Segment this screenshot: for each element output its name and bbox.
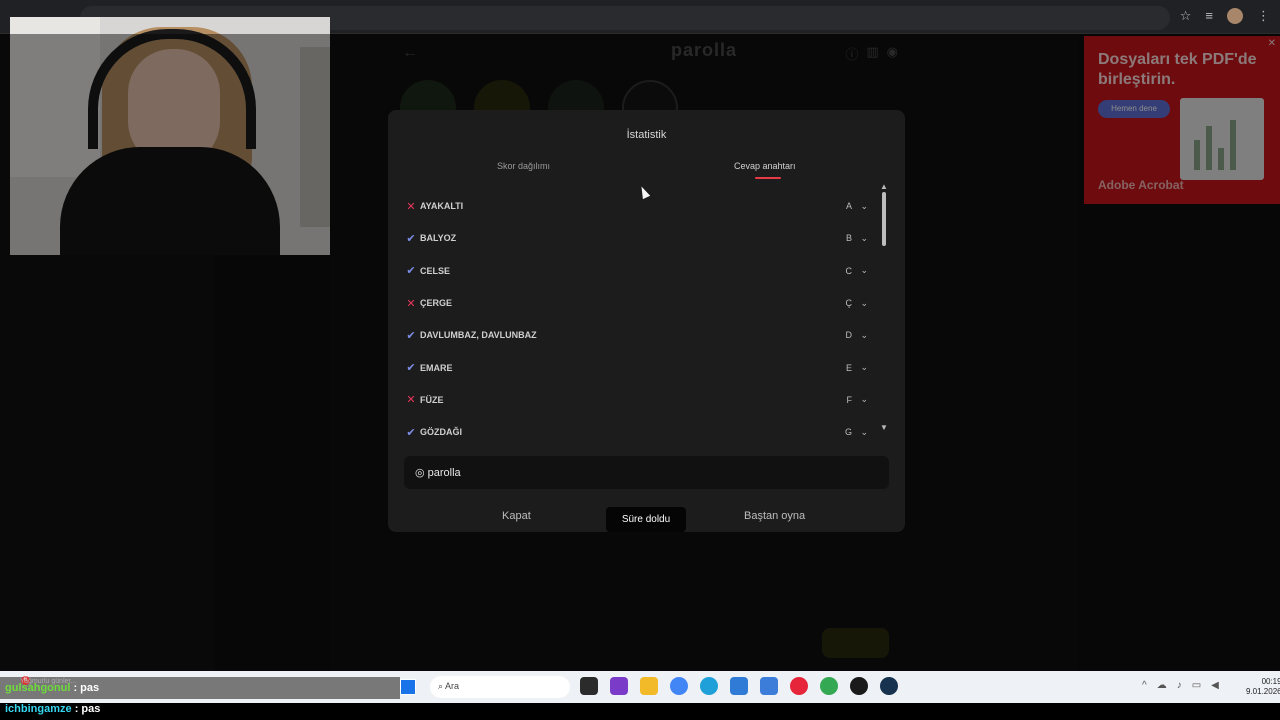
chrome-alt-icon[interactable]	[820, 677, 838, 695]
share-text-box[interactable]: ◎ parolla	[404, 456, 889, 489]
scroll-up-arrow-icon[interactable]: ▲	[880, 182, 888, 191]
answer-word: CELSE	[420, 265, 451, 276]
answer-letter: F	[846, 394, 853, 405]
correct-check-icon: ✔	[406, 265, 416, 278]
answer-word: AYAKALTI	[420, 201, 464, 212]
chevron-down-icon[interactable]: ⌄	[860, 298, 868, 309]
answer-word: EMARE	[420, 362, 453, 373]
answer-row[interactable]: ✕ ÇERGE Ç ⌄	[404, 287, 874, 319]
mail-icon[interactable]	[760, 677, 778, 695]
chevron-down-icon[interactable]: ⌄	[860, 394, 868, 405]
steam-icon[interactable]	[880, 677, 898, 695]
answer-letter: E	[845, 362, 852, 373]
answer-letter: A	[845, 201, 852, 212]
file-explorer-icon[interactable]	[640, 677, 658, 695]
chevron-down-icon[interactable]: ⌄	[860, 201, 868, 212]
reading-list-icon[interactable]: ≡	[1205, 8, 1213, 24]
chat-text: : pas	[73, 682, 100, 694]
tab-answer-key[interactable]: Cevap anahtarı	[734, 161, 796, 171]
answer-letter: B	[845, 233, 852, 244]
answer-row[interactable]: ✕ FÜZE F ⌄	[404, 384, 874, 416]
chevron-down-icon[interactable]: ⌄	[860, 265, 868, 276]
close-button[interactable]: Kapat	[502, 510, 531, 522]
stream-chat-overlay: 6 Yağmurlu günler... gulsahgonul : pas i…	[0, 676, 400, 720]
answer-letter: Ç	[845, 298, 853, 309]
tab-score-distribution[interactable]: Skor dağılımı	[497, 161, 550, 171]
system-tray: ^ ☁ ♪ ▭ ◀	[1142, 680, 1219, 691]
answer-letter: G	[844, 427, 852, 436]
chrome-icon[interactable]	[670, 677, 688, 695]
answer-row[interactable]: ✕ AYAKALTI A ⌄	[404, 190, 874, 222]
wrong-x-icon: ✕	[406, 297, 416, 310]
scroll-down-arrow-icon[interactable]: ▼	[880, 423, 888, 432]
answer-list-scrollbar[interactable]: ▲ ▼	[880, 182, 888, 432]
search-icon: ⌕	[438, 681, 446, 691]
answer-word: BALYOZ	[420, 233, 457, 244]
chevron-down-icon[interactable]: ⌄	[860, 362, 868, 373]
answer-letter: D	[845, 330, 853, 341]
clock-date: 9.01.2026	[1246, 687, 1280, 696]
modal-title: İstatistik	[626, 129, 667, 141]
taskbar-search-placeholder: Ara	[445, 681, 460, 691]
clock[interactable]: 00:19 9.01.2026	[1246, 677, 1280, 697]
chevron-down-icon[interactable]: ⌄	[860, 330, 868, 341]
chat-text: : pas	[74, 703, 101, 715]
answer-list: ✕ AYAKALTI A ⌄ ✔ BALYOZ B ⌄ ✔ CELSE C ⌄ …	[404, 190, 874, 436]
chat-username: gulsahgonul	[5, 682, 71, 694]
answer-row[interactable]: ✔ BALYOZ B ⌄	[404, 222, 874, 254]
chat-message: ichbingamze : pas	[5, 703, 100, 715]
obs-icon[interactable]	[850, 677, 868, 695]
tray-chevron-icon[interactable]: ^	[1142, 680, 1147, 691]
answer-word: DAVLUMBAZ, DAVLUNBAZ	[420, 330, 537, 341]
statistics-modal: İstatistik Skor dağılımı Cevap anahtarı …	[388, 110, 905, 532]
restart-button[interactable]: Baştan oyna	[744, 510, 805, 522]
answer-row[interactable]: ✔ EMARE E ⌄	[404, 351, 874, 383]
scrollbar-thumb[interactable]	[882, 192, 886, 246]
answer-row[interactable]: ✔ DAVLUMBAZ, DAVLUNBAZ D ⌄	[404, 319, 874, 351]
taskbar-apps	[580, 677, 898, 695]
wrong-x-icon: ✕	[406, 394, 416, 407]
correct-check-icon: ✔	[406, 329, 416, 342]
microphone-icon[interactable]: ♪	[1177, 680, 1182, 691]
correct-check-icon: ✔	[406, 426, 416, 436]
answer-word: GÖZDAĞI	[420, 427, 462, 436]
wrong-x-icon: ✕	[406, 200, 416, 213]
network-icon[interactable]: ▭	[1192, 680, 1201, 691]
task-view-icon[interactable]	[580, 677, 598, 695]
clock-time: 00:19	[1261, 677, 1280, 686]
edge-icon[interactable]	[700, 677, 718, 695]
menu-kebab-icon[interactable]: ⋮	[1257, 8, 1270, 24]
app-icon[interactable]	[610, 677, 628, 695]
answer-row[interactable]: ✔ GÖZDAĞI G ⌄	[404, 416, 874, 436]
volume-icon[interactable]: ◀	[1211, 680, 1219, 691]
answer-row[interactable]: ✔ CELSE C ⌄	[404, 255, 874, 287]
answer-letter: C	[845, 265, 853, 276]
correct-check-icon: ✔	[406, 232, 416, 245]
answer-word: ÇERGE	[420, 298, 453, 309]
answer-word: FÜZE	[420, 394, 444, 405]
profile-avatar-icon[interactable]	[1227, 8, 1243, 24]
active-tab-indicator	[755, 177, 781, 179]
taskbar-search[interactable]: ⌕ Ara	[430, 676, 570, 698]
opera-icon[interactable]	[790, 677, 808, 695]
chat-username: ichbingamze	[5, 703, 72, 715]
chevron-down-icon[interactable]: ⌄	[860, 233, 868, 244]
correct-check-icon: ✔	[406, 362, 416, 375]
store-icon[interactable]	[730, 677, 748, 695]
bookmark-star-icon[interactable]: ☆	[1180, 8, 1192, 24]
start-button[interactable]	[400, 679, 416, 695]
chevron-down-icon[interactable]: ⌄	[860, 427, 868, 436]
chat-message: gulsahgonul : pas	[5, 682, 99, 694]
cloud-icon[interactable]: ☁	[1157, 680, 1167, 691]
timeout-badge: Süre doldu	[606, 507, 686, 532]
browser-actions: ☆ ≡ ⋮	[1180, 8, 1270, 24]
